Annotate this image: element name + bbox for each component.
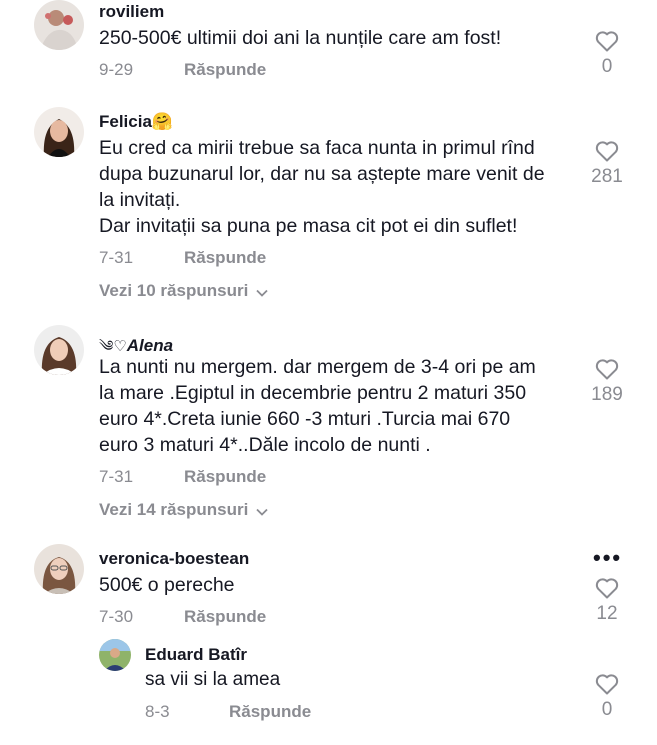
reply-text: sa vii si la amea (145, 669, 281, 690)
like-count: 0 (601, 699, 613, 720)
heart-icon (595, 578, 619, 599)
reply-button[interactable]: Răspunde (184, 467, 266, 487)
reply-username[interactable]: Eduard Batîr (145, 645, 247, 665)
like-count: 0 (601, 56, 613, 77)
view-replies-label: Vezi 10 răspunsuri (99, 281, 249, 300)
chevron-down-icon (256, 282, 268, 302)
comment-text: Eu cred ca mirii trebue sa faca nunta in… (99, 137, 545, 237)
view-replies-button[interactable]: Vezi 10 răspunsuri (99, 281, 268, 302)
like-count: 281 (591, 166, 623, 187)
like-button[interactable]: 0 (587, 30, 627, 78)
comment-username[interactable]: roviliem (99, 2, 164, 22)
heart-icon (595, 141, 619, 162)
comment-text: 500€ o pereche (99, 574, 235, 596)
username-prefix: ༄♡ (99, 338, 127, 355)
comment-date: 9-29 (99, 60, 134, 79)
avatar[interactable] (34, 107, 84, 157)
reply-date: 8-3 (145, 702, 170, 721)
comment-date: 7-31 (99, 248, 134, 267)
chevron-down-icon (256, 501, 268, 521)
like-button[interactable]: 0 (587, 673, 627, 721)
reply-button[interactable]: Răspunde (229, 702, 311, 722)
comment-username[interactable]: veronica-boestean (99, 549, 249, 569)
more-options-icon[interactable]: ••• (593, 545, 622, 571)
avatar[interactable] (34, 544, 84, 594)
reply-button[interactable]: Răspunde (184, 60, 266, 80)
view-replies-label: Vezi 14 răspunsuri (99, 500, 249, 519)
like-button[interactable]: 189 (587, 358, 627, 406)
comment-text: 250-500€ ultimii doi ani la nunțile care… (99, 27, 502, 49)
view-replies-button[interactable]: Vezi 14 răspunsuri (99, 500, 268, 521)
username-text: Felicia (99, 112, 152, 131)
hug-emoji-icon: 🤗 (151, 112, 174, 131)
heart-icon (595, 31, 619, 52)
avatar[interactable] (34, 0, 84, 50)
like-count: 12 (596, 603, 618, 624)
reply-button[interactable]: Răspunde (184, 607, 266, 627)
comment-date: 7-31 (99, 467, 134, 486)
like-button[interactable]: 12 (587, 577, 627, 625)
like-count: 189 (591, 384, 623, 405)
heart-icon (595, 359, 619, 380)
heart-icon (595, 674, 619, 695)
comment-text: La nunti nu mergem. dar mergem de 3-4 or… (99, 356, 536, 456)
comment-date: 7-30 (99, 607, 134, 626)
like-button[interactable]: 281 (587, 140, 627, 188)
avatar[interactable] (99, 639, 131, 671)
reply-button[interactable]: Răspunde (184, 248, 266, 268)
avatar[interactable] (34, 325, 84, 375)
comment-username[interactable]: Felicia🤗 (99, 112, 173, 132)
username-text: Alena (126, 336, 174, 355)
